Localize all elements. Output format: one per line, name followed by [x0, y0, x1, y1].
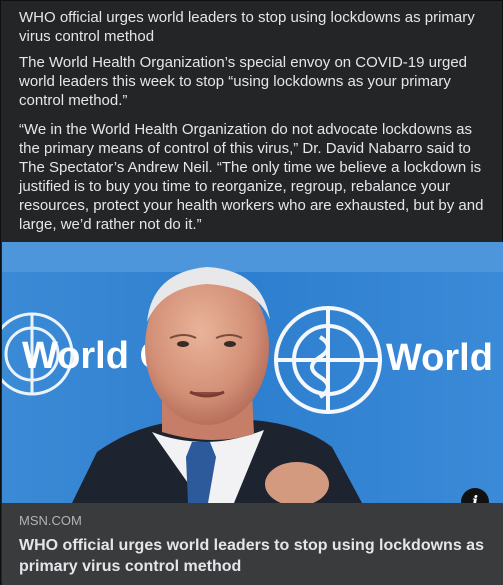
post-paragraph: “We in the World Health Organization do … [19, 121, 484, 233]
link-preview[interactable]: MSN.COM WHO official urges world leaders… [2, 503, 503, 585]
backdrop-text-right: World H Organiz [386, 337, 503, 379]
link-preview-image[interactable]: World Organ World H Organiz [2, 242, 503, 503]
speaker-photo: World Organ World H Organiz [2, 242, 503, 503]
link-domain: MSN.COM [19, 513, 82, 528]
post-card: WHO official urges world leaders to stop… [0, 0, 503, 585]
post-paragraph: The World Health Organization’s special … [19, 54, 468, 109]
who-emblem-right [274, 306, 382, 414]
link-title[interactable]: WHO official urges world leaders to stop… [19, 535, 486, 577]
post-headline: WHO official urges world leaders to stop… [19, 9, 475, 45]
post-body: WHO official urges world leaders to stop… [1, 1, 502, 234]
